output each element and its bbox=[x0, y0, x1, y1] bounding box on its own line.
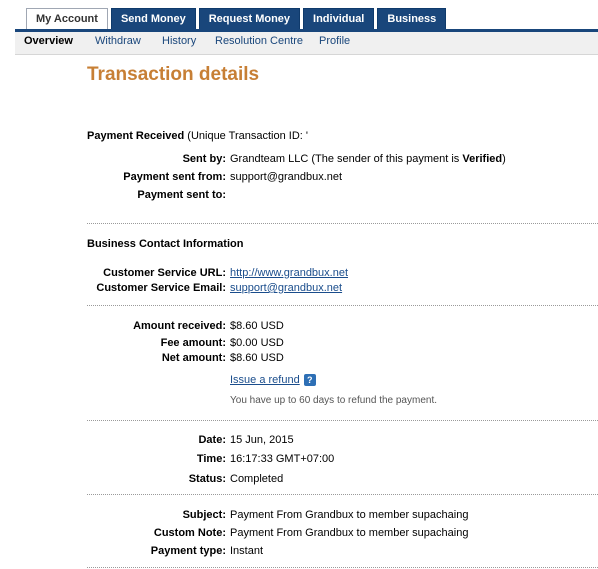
amount-received-label: Amount received: bbox=[133, 320, 226, 332]
fee-amount-label: Fee amount: bbox=[160, 337, 226, 349]
sent-to-label: Payment sent to: bbox=[137, 189, 226, 201]
page-title: Transaction details bbox=[87, 64, 260, 85]
divider bbox=[87, 420, 598, 421]
subnav-withdraw[interactable]: Withdraw bbox=[95, 35, 141, 47]
divider bbox=[87, 567, 598, 568]
business-contact-heading: Business Contact Information bbox=[87, 238, 244, 250]
subject-label: Subject: bbox=[182, 509, 226, 521]
issue-refund-link[interactable]: Issue a refund bbox=[230, 374, 300, 386]
time-value: 16:17:33 GMT+07:00 bbox=[230, 453, 335, 465]
status-value: Completed bbox=[230, 473, 284, 485]
refund-note: You have up to 60 days to refund the pay… bbox=[230, 395, 438, 406]
sent-from-value: support@grandbux.net bbox=[230, 171, 343, 183]
service-email-link[interactable]: support@grandbux.net bbox=[230, 282, 342, 294]
service-email-label: Customer Service Email: bbox=[96, 282, 226, 294]
verified-status: Verified bbox=[462, 153, 503, 165]
subnav-profile[interactable]: Profile bbox=[319, 35, 350, 47]
payment-heading-row: Payment Received (Unique Transaction ID:… bbox=[87, 130, 308, 142]
main-tabs: My Account Send Money Request Money Indi… bbox=[26, 8, 447, 29]
sent-by-label: Sent by: bbox=[182, 153, 226, 165]
tab-my-account[interactable]: My Account bbox=[26, 8, 108, 29]
subnav-history[interactable]: History bbox=[162, 35, 196, 47]
fee-amount-value: $0.00 USD bbox=[230, 337, 284, 349]
tab-business[interactable]: Business bbox=[377, 8, 447, 29]
sent-by-value: Grandteam LLC (The sender of this paymen… bbox=[230, 153, 506, 165]
sent-from-label: Payment sent from: bbox=[123, 171, 226, 183]
subnav-overview[interactable]: Overview bbox=[24, 35, 73, 47]
subject-value: Payment From Grandbux to member supachai… bbox=[230, 509, 469, 521]
status-label: Status: bbox=[188, 473, 226, 485]
service-url-link[interactable]: http://www.grandbux.net bbox=[230, 267, 348, 279]
unique-transaction-id: (Unique Transaction ID: ' bbox=[187, 130, 308, 142]
date-value: 15 Jun, 2015 bbox=[230, 434, 294, 446]
time-label: Time: bbox=[196, 453, 226, 465]
business-heading: Business Contact Information bbox=[87, 238, 243, 250]
refund-row: Issue a refund? bbox=[230, 374, 316, 387]
service-url-label: Customer Service URL: bbox=[103, 267, 226, 279]
payment-type-value: Instant bbox=[230, 545, 264, 557]
tab-request-money[interactable]: Request Money bbox=[198, 8, 301, 29]
help-question-icon[interactable]: ? bbox=[303, 374, 316, 387]
tab-individual[interactable]: Individual bbox=[303, 8, 375, 29]
divider bbox=[87, 494, 598, 495]
divider bbox=[87, 305, 598, 306]
subnav-resolution-centre[interactable]: Resolution Centre bbox=[215, 35, 303, 47]
sent-by-text: Grandteam LLC (The sender of this paymen… bbox=[230, 153, 463, 165]
date-label: Date: bbox=[198, 434, 226, 446]
amount-received-value: $8.60 USD bbox=[230, 320, 284, 332]
net-amount-label: Net amount: bbox=[161, 352, 226, 364]
divider bbox=[87, 223, 598, 224]
tab-send-money[interactable]: Send Money bbox=[110, 8, 196, 29]
custom-note-label: Custom Note: bbox=[153, 527, 226, 539]
payment-received-heading: Payment Received bbox=[87, 130, 185, 142]
net-amount-value: $8.60 USD bbox=[230, 352, 284, 364]
custom-note-value: Payment From Grandbux to member supachai… bbox=[230, 527, 469, 539]
sub-navigation: Overview Withdraw History Resolution Cen… bbox=[15, 32, 598, 55]
sent-by-tail: ) bbox=[502, 153, 506, 165]
payment-type-label: Payment type: bbox=[150, 545, 226, 557]
